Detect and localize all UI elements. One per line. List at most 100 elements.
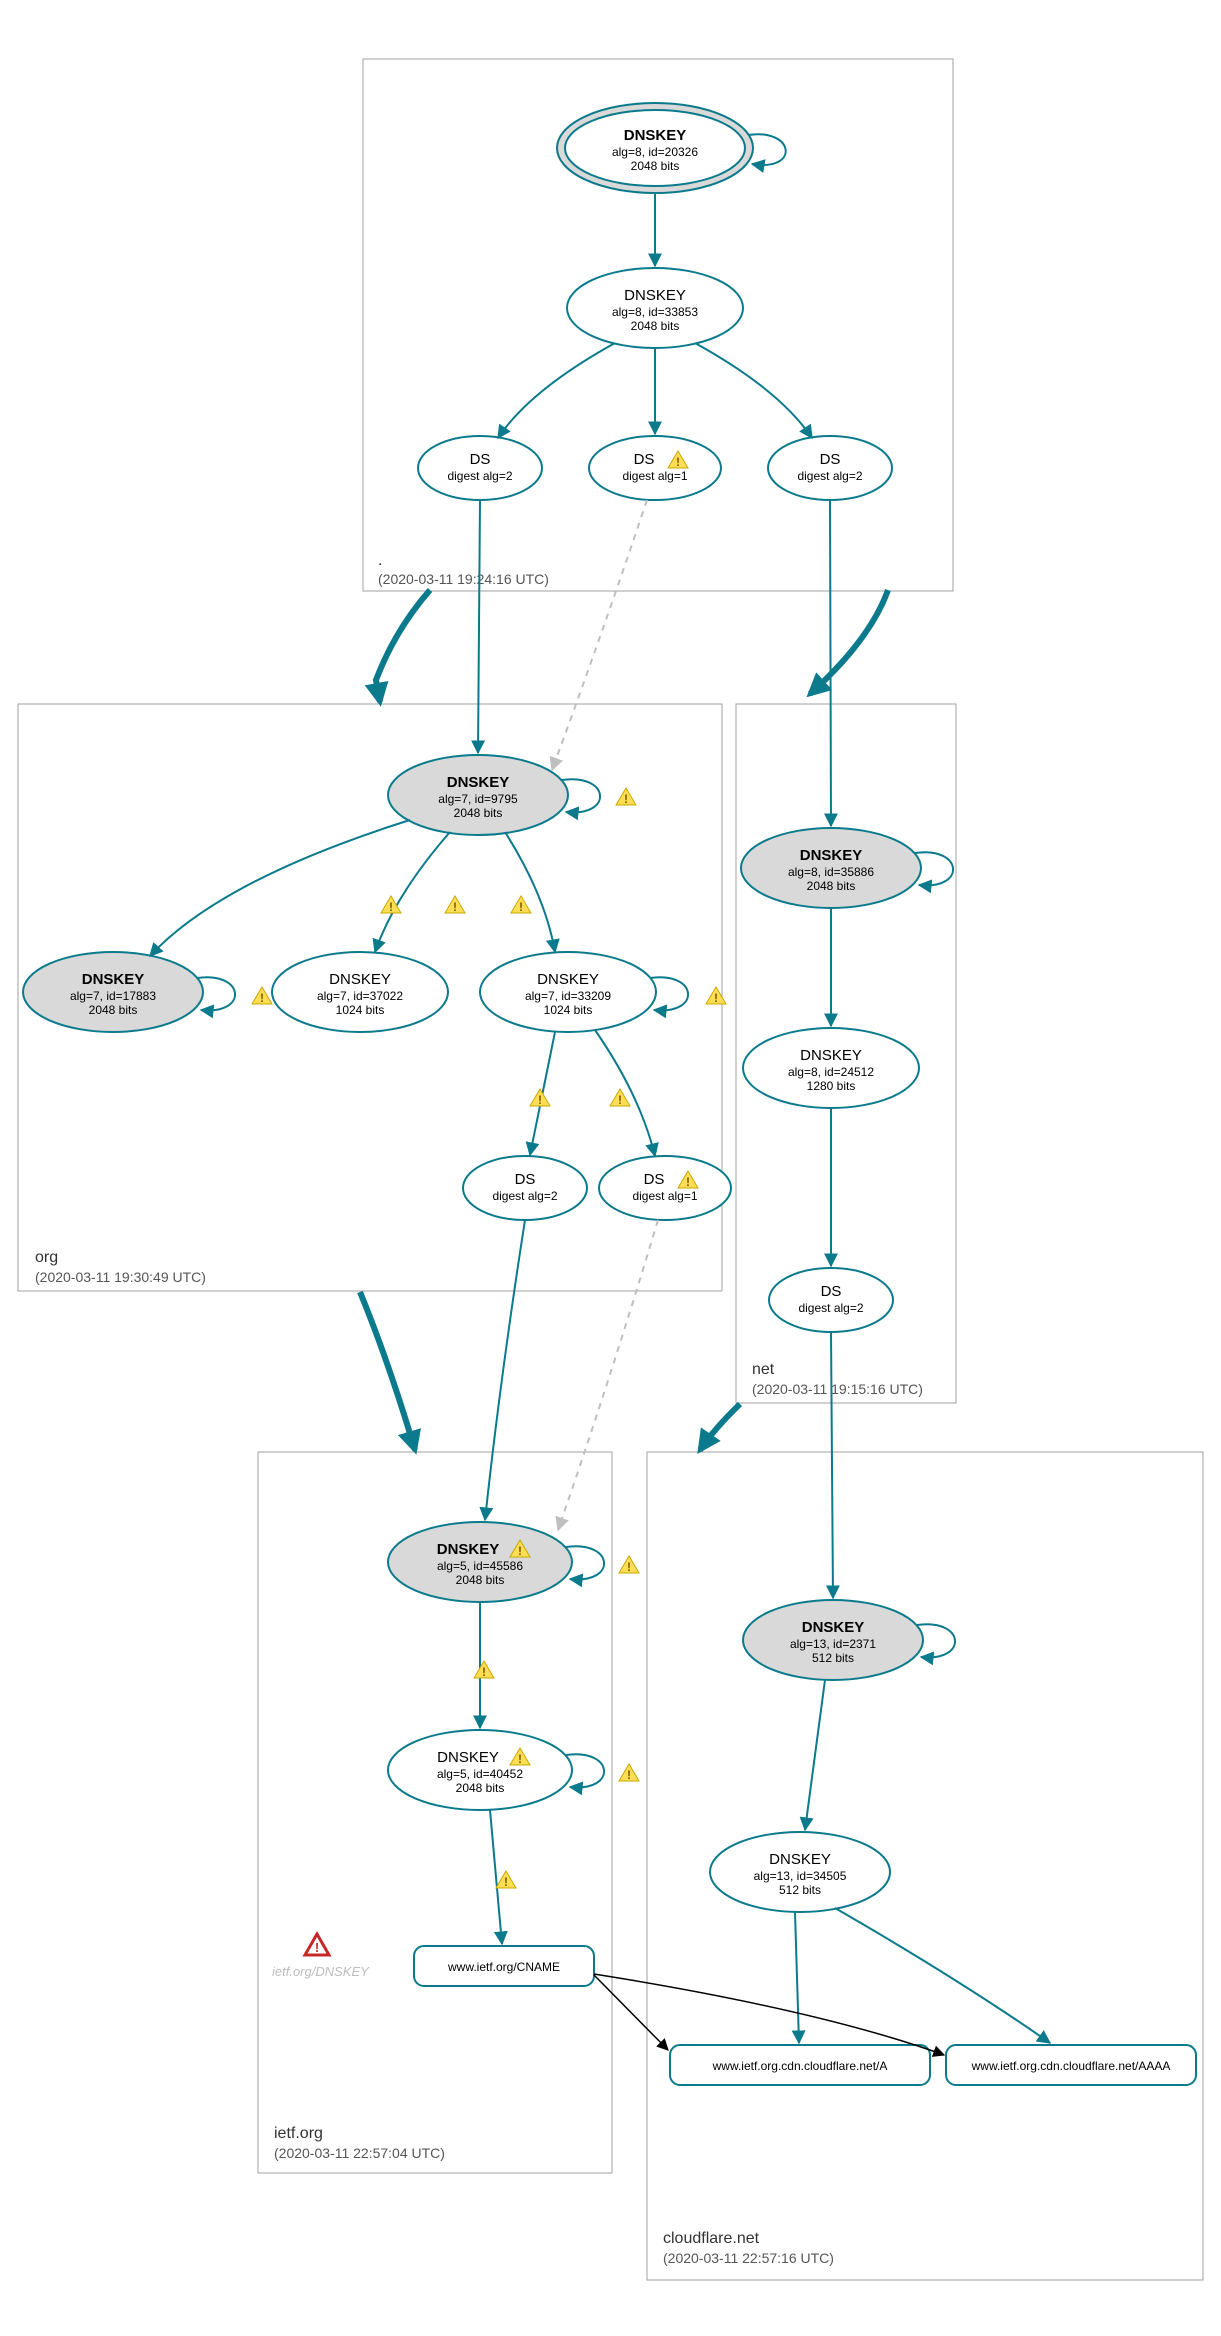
node-cf-zsk[interactable]: DNSKEY alg=13, id=34505 512 bits [710,1832,890,1912]
edge-ietfzsk-cname [490,1810,502,1944]
warning-icon [610,1089,630,1107]
node-root-ds-c[interactable]: DS digest alg=2 [768,436,892,500]
org-k3-title: DNSKEY [329,971,391,988]
cf-ksk-l1: alg=13, id=2371 [790,1637,876,1651]
node-net-ds[interactable]: DS digest alg=2 [769,1268,893,1332]
root-dsa-title: DS [470,451,491,468]
root-dsc-title: DS [820,451,841,468]
node-org-ksk[interactable]: DNSKEY alg=7, id=9795 2048 bits [388,755,568,835]
node-org-ds-a[interactable]: DS digest alg=2 [463,1156,587,1220]
deleg-org-ietf [360,1292,415,1450]
deleg-root-net [810,590,888,694]
node-ietf-ksk[interactable]: DNSKEY alg=5, id=45586 2048 bits [388,1522,572,1602]
edge-orgdsb-ietfksk-dash [558,1220,658,1530]
org-k3-l2: 1024 bits [336,1003,385,1017]
cf-aaaa-label: www.ietf.org.cdn.cloudflare.net/AAAA [971,2059,1171,2073]
warning-icon [616,788,636,806]
cf-a-label: www.ietf.org.cdn.cloudflare.net/A [712,2059,888,2073]
root-ksk-l2: 2048 bits [631,159,680,173]
edge-dsc-netksk [830,500,831,826]
edge-orgksk-k2 [150,820,410,956]
edge-cname-a [594,1975,668,2050]
edge-orgdsa-ietfksk [485,1220,525,1520]
ietf-ksk-l2: 2048 bits [456,1573,505,1587]
node-cf-ksk[interactable]: DNSKEY alg=13, id=2371 512 bits [743,1600,923,1680]
zone-root-name: . [378,552,382,569]
cf-ksk-l2: 512 bits [812,1651,854,1665]
zone-cloudflare-name: cloudflare.net [663,2230,760,2247]
node-org-ds-b[interactable]: DS digest alg=1 [599,1156,731,1220]
edge-dsb-orgksk-dash [552,500,647,770]
cf-zsk-l1: alg=13, id=34505 [754,1869,847,1883]
node-root-ksk[interactable]: DNSKEY alg=8, id=20326 2048 bits [557,103,753,193]
zone-cloudflare-ts: (2020-03-11 22:57:16 UTC) [663,2250,834,2266]
deleg-root-org [376,590,430,702]
org-k2-l1: alg=7, id=17883 [70,989,156,1003]
org-dsb-l1: digest alg=1 [632,1189,697,1203]
node-net-ksk[interactable]: DNSKEY alg=8, id=35886 2048 bits [741,828,921,908]
zone-root-ts: (2020-03-11 19:24:16 UTC) [378,571,549,587]
net-ksk-title: DNSKEY [800,847,863,864]
edge-cfksk-zsk [805,1680,825,1830]
org-k2-title: DNSKEY [82,971,145,988]
node-ietf-zsk[interactable]: DNSKEY alg=5, id=40452 2048 bits [388,1730,572,1810]
org-k4-l2: 1024 bits [544,1003,593,1017]
root-dsb-l1: digest alg=1 [622,469,687,483]
root-zsk-title: DNSKEY [624,287,686,304]
warning-icon [252,987,272,1005]
org-dsa-l1: digest alg=2 [492,1189,557,1203]
zone-ietf-name: ietf.org [274,2125,323,2142]
node-org-k4[interactable]: DNSKEY alg=7, id=33209 1024 bits [480,952,656,1032]
ietf-missing-label: ietf.org/DNSKEY [272,1964,370,1979]
net-zsk-title: DNSKEY [800,1047,862,1064]
net-zsk-l1: alg=8, id=24512 [788,1065,874,1079]
node-cf-aaaa[interactable]: www.ietf.org.cdn.cloudflare.net/AAAA [946,2045,1196,2085]
node-root-ds-b[interactable]: DS digest alg=1 [589,436,721,500]
org-dsb-title: DS [644,1171,665,1188]
node-ietf-missing-dnskey: ietf.org/DNSKEY [272,1934,370,1979]
net-ds-title: DS [821,1283,842,1300]
root-zsk-l2: 2048 bits [631,319,680,333]
root-dsa-l1: digest alg=2 [447,469,512,483]
cf-ksk-title: DNSKEY [802,1619,865,1636]
node-org-k2[interactable]: DNSKEY alg=7, id=17883 2048 bits [23,952,203,1032]
node-cf-a[interactable]: www.ietf.org.cdn.cloudflare.net/A [670,2045,930,2085]
warning-icon [445,896,465,914]
org-k4-l1: alg=7, id=33209 [525,989,611,1003]
error-icon [305,1934,329,1955]
ietf-zsk-title: DNSKEY [437,1749,499,1766]
org-k4-title: DNSKEY [537,971,599,988]
ietf-cname-label: www.ietf.org/CNAME [447,1960,560,1974]
org-ksk-title: DNSKEY [447,774,510,791]
net-zsk-l2: 1280 bits [807,1079,856,1093]
root-dsc-l1: digest alg=2 [797,469,862,483]
node-org-k3[interactable]: DNSKEY alg=7, id=37022 1024 bits [272,952,448,1032]
zone-org-ts: (2020-03-11 19:30:49 UTC) [35,1269,206,1285]
cf-zsk-l2: 512 bits [779,1883,821,1897]
warning-icon [530,1089,550,1107]
warning-icon [511,896,531,914]
edge-dsa-orgksk [478,500,480,753]
warning-icon [619,1556,639,1574]
deleg-net-cf [700,1404,740,1450]
node-root-ds-a[interactable]: DS digest alg=2 [418,436,542,500]
ietf-ksk-title: DNSKEY [437,1541,500,1558]
zone-net-ts: (2020-03-11 19:15:16 UTC) [752,1381,923,1397]
zone-ietf-ts: (2020-03-11 22:57:04 UTC) [274,2145,445,2161]
root-dsb-title: DS [634,451,655,468]
node-root-zsk[interactable]: DNSKEY alg=8, id=33853 2048 bits [567,268,743,348]
ietf-zsk-l1: alg=5, id=40452 [437,1767,523,1781]
edge-rzsk-dsa [498,343,615,438]
edge-netds-cfksk [831,1332,833,1598]
edge-cfzsk-aaaa [835,1908,1050,2043]
edge-rzsk-dsc [695,343,812,438]
node-ietf-cname[interactable]: www.ietf.org/CNAME [414,1946,594,1986]
zone-org-name: org [35,1249,58,1266]
cf-zsk-title: DNSKEY [769,1851,831,1868]
zone-net-name: net [752,1361,775,1378]
org-ksk-l2: 2048 bits [454,806,503,820]
edge-orgksk-k3 [375,832,450,952]
node-net-zsk[interactable]: DNSKEY alg=8, id=24512 1280 bits [743,1028,919,1108]
warning-icon [496,1871,516,1889]
root-zsk-l1: alg=8, id=33853 [612,305,698,319]
